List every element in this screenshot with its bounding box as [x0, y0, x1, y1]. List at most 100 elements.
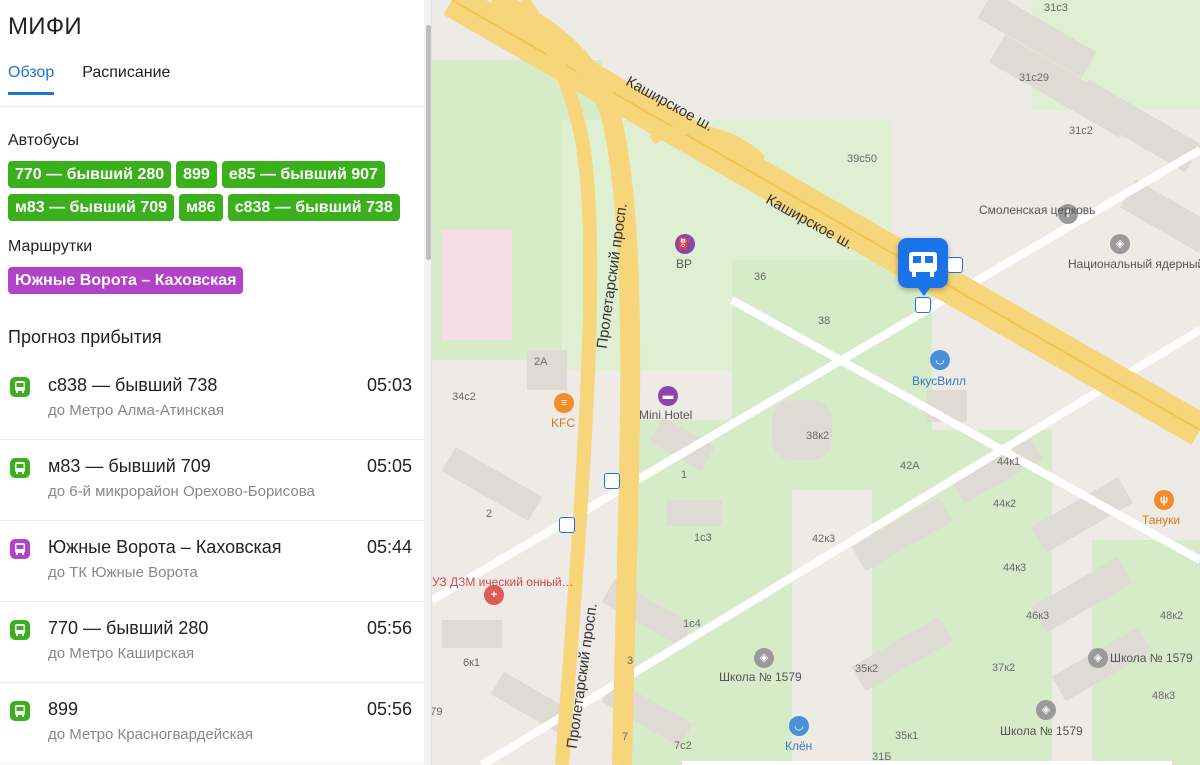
house-number: 44к2 [993, 498, 1017, 510]
poi-label: ВкусВилл [912, 374, 966, 388]
house-number: 31с29 [1019, 72, 1049, 84]
house-number: 48к3 [1152, 690, 1176, 702]
map-canvas [432, 0, 1200, 765]
selected-stop-marker[interactable] [898, 238, 948, 296]
arrival-time: 05:03 [366, 375, 412, 395]
restaurant-icon[interactable]: ψ [1154, 490, 1174, 510]
poi-label: Школа № 1579 [1000, 724, 1083, 738]
forecast-title: Прогноз прибытия [8, 327, 162, 347]
bus-stop-icon[interactable] [947, 257, 963, 273]
app-root: МИФИ Обзор Расписание Автобусы 770 — быв… [0, 0, 1200, 765]
house-number: 35к1 [895, 730, 919, 742]
arrival-destination: до Метро Каширская [48, 645, 195, 662]
poi-label: Национальный ядерный университет… [1068, 257, 1200, 271]
school-icon[interactable]: ◈ [754, 648, 774, 668]
arrival-time: 05:56 [366, 618, 412, 638]
house-number: 31с2 [1069, 125, 1093, 137]
panel-scrollbar-thumb[interactable] [426, 25, 431, 260]
map-view[interactable]: Каширское ш. Каширское ш. Пролетарский п… [432, 0, 1200, 765]
shuttles-label: Маршрутки [8, 238, 93, 255]
arrival-route: с838 — бывший 738 [48, 375, 218, 395]
school-icon[interactable]: ◈ [1088, 648, 1108, 668]
house-number: 2А [534, 356, 548, 368]
house-number: 44к1 [997, 456, 1021, 468]
house-number: 6к1 [463, 657, 481, 669]
bus-stop-icon[interactable] [604, 473, 620, 489]
poi-label: УЗ ДЗМ ический онный… [432, 575, 574, 589]
arrival-time: 05:44 [366, 537, 412, 557]
arrival-item[interactable]: Южные Ворота – Каховская до ТК Южные Вор… [0, 521, 424, 602]
stop-title: МИФИ [8, 13, 82, 40]
stop-info-panel: МИФИ Обзор Расписание Автобусы 770 — быв… [0, 0, 432, 765]
gas-station-icon[interactable]: ⛽ [675, 234, 695, 254]
arrival-route: 899 [48, 699, 79, 719]
house-number: 1 [681, 469, 688, 481]
restaurant-icon[interactable]: ≡ [554, 393, 574, 413]
house-number: 42к3 [812, 533, 836, 545]
poi-label: KFC [551, 416, 575, 430]
bus-icon [10, 620, 30, 640]
house-number: 39с50 [847, 153, 877, 165]
house-number: 46к3 [1026, 610, 1050, 622]
house-number: 3 [627, 655, 634, 667]
poi-label: Школа № 1579 [1110, 651, 1193, 665]
route-chip[interactable]: е85 — бывший 907 [221, 161, 385, 188]
bus-stop-icon [909, 252, 937, 277]
house-number: 35к2 [855, 663, 879, 675]
house-number: 42А [900, 460, 920, 472]
house-number: 36 [754, 271, 767, 283]
bus-icon [10, 377, 30, 397]
house-number: 1с3 [694, 532, 712, 544]
arrival-route: м83 — бывший 709 [48, 456, 211, 476]
route-chip[interactable]: 899 [176, 161, 217, 188]
bus-routes: 770 — бывший 280 899 е85 — бывший 907 м8… [8, 161, 408, 221]
arrival-destination: до Метро Красногвардейская [48, 726, 253, 743]
buses-label: Автобусы [8, 132, 79, 149]
school-icon[interactable]: ◈ [1036, 700, 1056, 720]
poi-label: Клён [785, 739, 813, 753]
shop-icon[interactable]: ◡ [789, 716, 809, 736]
bus-icon [10, 458, 30, 478]
arrival-destination: до Метро Алма-Атинская [48, 402, 224, 419]
route-chip[interactable]: 770 — бывший 280 [8, 161, 172, 188]
bus-icon [10, 701, 30, 721]
arrival-list: с838 — бывший 738 до Метро Алма-Атинская… [0, 359, 424, 764]
arrival-time: 05:05 [366, 456, 412, 476]
arrival-item[interactable]: с838 — бывший 738 до Метро Алма-Атинская… [0, 359, 424, 440]
house-number: 38к2 [806, 430, 830, 442]
route-chip[interactable]: Южные Ворота – Каховская [8, 267, 244, 294]
shop-icon[interactable]: ◡ [930, 350, 950, 370]
university-icon[interactable]: ◈ [1110, 234, 1130, 254]
house-number: 44к3 [1003, 562, 1027, 574]
house-number: 1579 [432, 706, 443, 718]
poi-label: Тануки [1142, 513, 1181, 527]
arrival-item[interactable]: 899 до Метро Красногвардейская 05:56 [0, 683, 424, 764]
house-number: 37к2 [992, 662, 1016, 674]
house-number: 7 [622, 731, 629, 743]
arrival-time: 05:56 [366, 699, 412, 719]
stop-dot-icon[interactable] [915, 297, 931, 313]
route-chip[interactable]: м83 — бывший 709 [8, 194, 175, 221]
house-number: 38 [818, 315, 831, 327]
arrival-destination: до 6-й микрорайон Орехово-Борисова [48, 483, 315, 500]
route-chip[interactable]: м86 [179, 194, 223, 221]
house-number: 31Б [872, 751, 892, 763]
shuttle-routes: Южные Ворота – Каховская [8, 267, 408, 294]
route-chip[interactable]: с838 — бывший 738 [227, 194, 400, 221]
poi-label: Смоленская церковь [979, 203, 1096, 217]
bus-stop-icon[interactable] [559, 517, 575, 533]
tabs-divider [0, 106, 424, 107]
arrival-route: 770 — бывший 280 [48, 618, 209, 638]
poi-label: Школа № 1579 [719, 670, 802, 684]
tab-overview[interactable]: Обзор [8, 64, 55, 95]
hotel-icon[interactable]: ▬ [658, 386, 678, 406]
tab-schedule[interactable]: Расписание [82, 64, 170, 95]
poi-label: BP [676, 257, 693, 271]
poi-label: Mini Hotel [639, 408, 693, 422]
arrival-item[interactable]: м83 — бывший 709 до 6-й микрорайон Орехо… [0, 440, 424, 521]
tabs: Обзор Расписание [8, 64, 170, 95]
shuttle-icon [10, 539, 30, 559]
house-number: 1с4 [683, 618, 701, 630]
house-number: 34с2 [452, 391, 476, 403]
arrival-item[interactable]: 770 — бывший 280 до Метро Каширская 05:5… [0, 602, 424, 683]
